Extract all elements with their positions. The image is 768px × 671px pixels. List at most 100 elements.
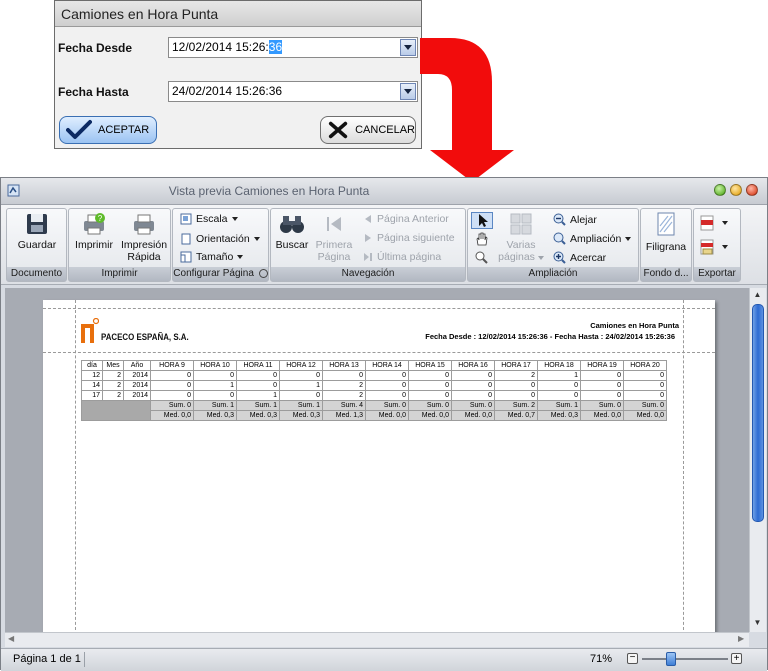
- orientacion-button[interactable]: Orientación: [180, 233, 260, 245]
- summary-cell: Sum. 1: [193, 400, 237, 411]
- imprimir-button[interactable]: ? Imprimir: [71, 212, 117, 251]
- pagina-anterior-button[interactable]: Página Anterior: [363, 213, 449, 225]
- magnifier-icon[interactable]: [475, 251, 488, 264]
- export-email-button[interactable]: [700, 239, 728, 255]
- watermark-icon: [657, 212, 675, 236]
- scale-icon: [180, 213, 192, 225]
- table-cell: 2: [494, 370, 538, 381]
- table-cell: 0: [580, 380, 624, 391]
- close-icon: [328, 121, 348, 139]
- summary-cell: Sum. 0: [408, 400, 452, 411]
- zoom-slider-thumb[interactable]: [666, 652, 676, 666]
- fecha-desde-value: 12/02/2014 15:26:: [172, 40, 269, 54]
- summary-cell: Med. 0,0: [150, 410, 194, 421]
- tamano-button[interactable]: Tamaño: [180, 251, 244, 263]
- company-name: PACECO ESPAÑA, S.A.: [101, 332, 189, 342]
- minimize-button[interactable]: [714, 184, 726, 196]
- impresion-rapida-button[interactable]: Impresión Rápida: [119, 212, 169, 263]
- table-cell: 0: [193, 390, 237, 401]
- alejar-button[interactable]: Alejar: [553, 213, 597, 226]
- table-header-row: día Mes Año HORA 9 HORA 10 HORA 11 HORA 12 HORA…: [81, 360, 667, 371]
- tamano-label: Tamaño: [196, 251, 234, 263]
- scroll-down-icon[interactable]: ▼: [752, 618, 763, 628]
- table-cell: 0: [623, 380, 667, 391]
- svg-text:?: ?: [98, 214, 103, 223]
- aceptar-button[interactable]: ACEPTAR: [59, 116, 157, 144]
- varias-paginas-button[interactable]: Varias páginas: [498, 212, 544, 263]
- pdf-email-icon: [700, 239, 714, 255]
- column-header: HORA 16: [451, 360, 495, 371]
- summary-cell: Sum. 0: [150, 400, 194, 411]
- column-header: HORA 12: [279, 360, 323, 371]
- cancelar-button[interactable]: CANCELAR: [320, 116, 416, 144]
- ampliacion-button[interactable]: Ampliación: [553, 232, 632, 245]
- print-preview-window: Vista previa Camiones en Hora Punta Guar…: [0, 177, 768, 671]
- table-cell: 0: [365, 370, 409, 381]
- preview-area[interactable]: PACECO ESPAÑA, S.A. Camiones en Hora Pun…: [5, 288, 749, 632]
- pagina-siguiente-label: Página siguiente: [377, 232, 455, 244]
- sum-row: Sum. 0 Sum. 1 Sum. 1 Sum. 1 Sum. 4 Sum. 0 Sum.…: [81, 400, 667, 421]
- impresion-rapida-label-1: Impresión: [120, 239, 168, 251]
- table-cell: 0: [623, 370, 667, 381]
- report-title: Camiones en Hora Punta: [590, 321, 679, 330]
- table-cell: 0: [236, 380, 280, 391]
- table-cell: 2014: [123, 390, 151, 401]
- scroll-right-icon[interactable]: ▶: [738, 634, 744, 643]
- fecha-hasta-value: 24/02/2014 15:26:36: [172, 84, 283, 98]
- pagina-siguiente-button[interactable]: Página siguiente: [363, 232, 455, 244]
- scroll-left-icon[interactable]: ◀: [8, 634, 14, 643]
- zoom-out-button[interactable]: −: [627, 653, 638, 664]
- summary-cell: Sum. 4: [322, 400, 366, 411]
- close-button[interactable]: [746, 184, 758, 196]
- table-cell: 0: [494, 390, 538, 401]
- ultima-pagina-button[interactable]: Última página: [363, 251, 441, 263]
- export-pdf-button[interactable]: [700, 215, 728, 231]
- table-cell: 0: [408, 370, 452, 381]
- dialog-launcher-icon[interactable]: [258, 268, 268, 278]
- table-cell: 0: [279, 390, 323, 401]
- fecha-hasta-dropdown-button[interactable]: [400, 83, 416, 100]
- summary-cell: Med. 0,3: [279, 410, 323, 421]
- table-cell: 0: [408, 380, 452, 391]
- pointer-icon: [479, 214, 488, 227]
- table-cell: 0: [623, 390, 667, 401]
- scroll-up-icon[interactable]: ▲: [752, 290, 763, 300]
- fecha-desde-field[interactable]: 12/02/2014 15:26:36: [168, 37, 418, 58]
- binoculars-icon: [280, 216, 304, 233]
- zoom-in-button[interactable]: +: [731, 653, 742, 664]
- pointer-button[interactable]: [471, 212, 493, 229]
- group-label-exportar: Exportar: [694, 267, 740, 281]
- zoom-out-icon: [553, 213, 566, 226]
- report-table: día Mes Año HORA 9 HORA 10 HORA 11 HORA 12 HORA…: [81, 360, 667, 421]
- zoom-slider-track[interactable]: [642, 658, 728, 660]
- margin-guide-right: [683, 300, 684, 632]
- table-row: 14 2 2014 0 1 0 1 2 0 0 0 0 0 0 0: [81, 380, 667, 391]
- filigrana-button[interactable]: Filigrana: [642, 212, 690, 253]
- table-cell: 2014: [123, 380, 151, 391]
- chevron-down-icon: [253, 237, 260, 241]
- escala-button[interactable]: Escala: [180, 213, 238, 225]
- vertical-scroll-thumb[interactable]: [752, 304, 764, 522]
- ribbon-group-imprimir: ? Imprimir Impresión Rápida Imprimir: [68, 208, 171, 282]
- table-cell: 0: [451, 390, 495, 401]
- guardar-button[interactable]: Guardar: [10, 212, 64, 251]
- column-header: HORA 20: [623, 360, 667, 371]
- vertical-scrollbar[interactable]: ▲ ▼: [749, 288, 766, 632]
- maximize-button[interactable]: [730, 184, 742, 196]
- fecha-desde-dropdown-button[interactable]: [400, 39, 416, 56]
- group-label-ampliacion: Ampliación: [468, 267, 638, 281]
- margin-guide-left: [75, 300, 76, 632]
- table-cell: 0: [150, 380, 194, 391]
- buscar-button[interactable]: Buscar: [273, 212, 311, 251]
- zoom-icon: [553, 232, 566, 245]
- orientation-icon: [181, 233, 191, 245]
- primera-pagina-button[interactable]: Primera Página: [313, 212, 355, 263]
- acercar-button[interactable]: Acercar: [553, 251, 606, 264]
- fecha-hasta-field[interactable]: 24/02/2014 15:26:36: [168, 81, 418, 102]
- horizontal-scrollbar[interactable]: ◀ ▶: [5, 632, 749, 647]
- report-page: PACECO ESPAÑA, S.A. Camiones en Hora Pun…: [43, 300, 715, 632]
- hand-icon[interactable]: [474, 232, 490, 246]
- ribbon: Guardar Documento ? Imprimir Impresión R…: [1, 205, 767, 285]
- table-cell: 0: [494, 380, 538, 391]
- table-row: 12 2 2014 0 0 0 0 0 0 0 0 2 1 0 0: [81, 370, 667, 381]
